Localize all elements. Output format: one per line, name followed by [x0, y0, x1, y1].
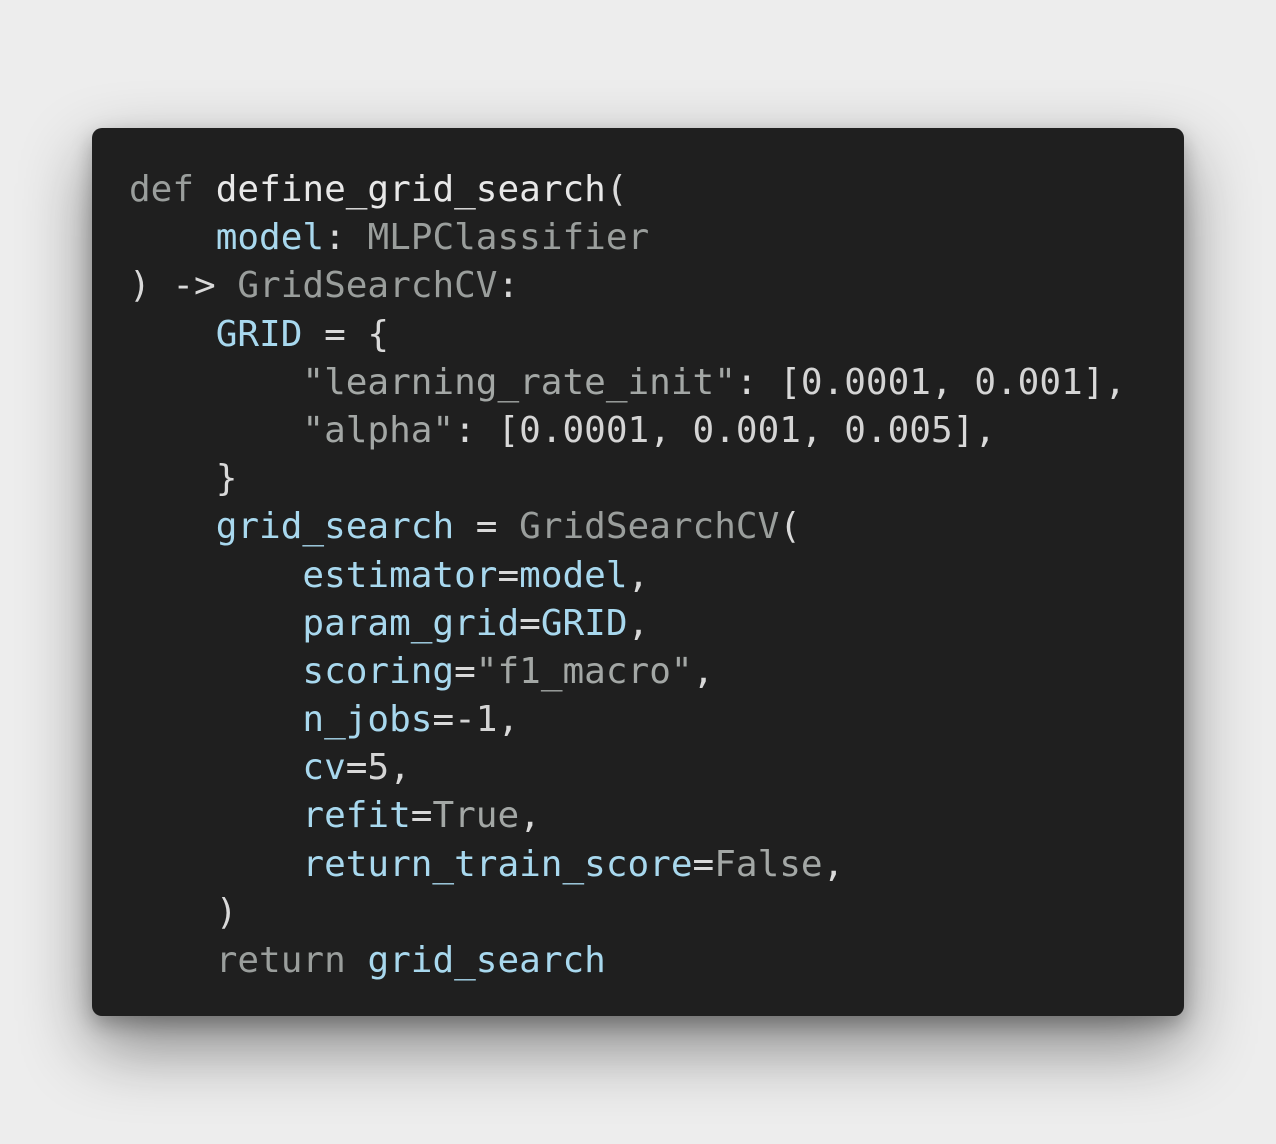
code-line: } — [129, 455, 1184, 503]
code-line: n_jobs=-1, — [129, 696, 1184, 744]
code-token-punc: } — [129, 458, 238, 500]
code-token-punc: , — [930, 361, 975, 403]
code-token-var: grid_search — [215, 506, 455, 548]
code-token-var: cv — [302, 747, 346, 789]
code-token-punc: , — [627, 554, 650, 596]
code-token-num: 5 — [367, 747, 390, 789]
code-token-punc — [129, 651, 302, 692]
code-token-punc: ) -> — [129, 265, 238, 307]
code-token-var: return_train_score — [302, 843, 693, 885]
code-token-punc: ( — [605, 169, 628, 210]
code-token-punc: , — [627, 602, 650, 644]
code-token-var: model — [215, 217, 325, 259]
code-token-num: 0.0001 — [800, 361, 931, 403]
code-token-var: n_jobs — [302, 699, 433, 741]
code-line: GRID = { — [129, 311, 1184, 359]
code-token-type: GridSearchCV — [237, 265, 498, 307]
code-token-punc — [129, 362, 302, 403]
code-line: grid_search = GridSearchCV( — [129, 503, 1184, 551]
code-token-punc: : — [324, 217, 368, 259]
code-token-punc — [129, 410, 302, 451]
code-token-punc — [129, 940, 216, 981]
code-token-kw: return — [215, 940, 346, 981]
code-token-punc: , — [649, 409, 693, 451]
code-token-punc: = — [454, 650, 476, 692]
code-token-punc: = — [454, 506, 520, 548]
code-line: "learning_rate_init": [0.0001, 0.001], — [129, 359, 1184, 407]
code-token-punc: = — [519, 602, 541, 644]
code-token-str: "f1_macro" — [475, 650, 693, 692]
code-token-punc: = — [432, 699, 455, 741]
code-token-str: "learning_rate_init" — [302, 361, 736, 403]
code-token-punc — [129, 217, 216, 258]
code-line: estimator=model, — [129, 552, 1184, 600]
code-token-num: 0.001 — [692, 409, 801, 451]
code-token-punc — [129, 747, 302, 788]
code-token-var: scoring — [302, 650, 455, 692]
code-token-punc: , — [497, 699, 520, 741]
code-token-punc — [129, 699, 302, 740]
code-snippet-card: def define_grid_search( model: MLPClassi… — [92, 128, 1184, 1016]
code-line: scoring="f1_macro", — [129, 648, 1184, 696]
code-token-punc: ) — [129, 891, 238, 933]
code-token-var: param_grid — [302, 602, 520, 644]
code-token-kw: def — [129, 169, 195, 210]
code-block: def define_grid_search( model: MLPClassi… — [129, 166, 1184, 985]
code-token-fn: define_grid_search — [215, 169, 606, 210]
code-token-str: "alpha" — [302, 409, 455, 451]
code-line: ) -> GridSearchCV: — [129, 262, 1184, 310]
code-token-var: grid_search — [367, 940, 606, 981]
code-line: refit=True, — [129, 792, 1184, 840]
code-line: def define_grid_search( — [129, 166, 1184, 214]
code-token-punc — [129, 844, 302, 885]
code-line: ) — [129, 889, 1184, 937]
code-token-punc: = { — [302, 313, 390, 355]
code-token-punc: : [ — [735, 361, 801, 403]
code-token-punc — [129, 314, 216, 355]
code-line: return grid_search — [129, 937, 1184, 985]
code-token-punc — [129, 555, 302, 596]
code-token-punc: ( — [779, 506, 801, 548]
code-token-punc — [346, 940, 368, 981]
code-token-const: False — [714, 843, 823, 885]
code-token-var: estimator — [302, 554, 498, 596]
code-token-punc: ], — [1082, 361, 1127, 403]
code-token-const: True — [432, 795, 520, 837]
code-line: return_train_score=False, — [129, 841, 1184, 889]
code-token-punc: , — [389, 747, 411, 789]
code-token-punc: = — [497, 554, 520, 596]
code-token-punc — [129, 506, 216, 547]
code-line: param_grid=GRID, — [129, 600, 1184, 648]
code-token-num: 0.005 — [844, 409, 953, 451]
code-line: "alpha": [0.0001, 0.001, 0.005], — [129, 407, 1184, 455]
code-token-punc — [194, 169, 216, 210]
code-token-punc: , — [692, 650, 715, 692]
code-token-punc: , — [822, 843, 845, 885]
code-token-var: refit — [302, 795, 411, 837]
code-token-num: 0.001 — [974, 361, 1083, 403]
code-token-punc: = — [410, 795, 433, 837]
code-token-punc: ], — [952, 409, 997, 451]
code-token-num: 0.0001 — [519, 409, 650, 451]
code-token-punc — [129, 603, 302, 644]
code-token-type: MLPClassifier — [367, 217, 650, 259]
code-token-num: -1 — [454, 699, 498, 741]
code-line: model: MLPClassifier — [129, 214, 1184, 262]
code-token-var: GRID — [215, 313, 303, 355]
code-token-var: GRID — [540, 602, 628, 644]
code-token-punc: , — [519, 795, 541, 837]
code-token-punc: = — [345, 747, 368, 789]
code-line: cv=5, — [129, 744, 1184, 792]
code-token-punc — [129, 795, 302, 836]
code-token-type: GridSearchCV — [519, 506, 780, 548]
code-token-punc: : — [497, 265, 520, 307]
code-token-punc: , — [800, 409, 845, 451]
code-token-var: model — [519, 554, 628, 596]
code-token-punc: : [ — [454, 409, 520, 451]
code-token-punc: = — [692, 843, 715, 885]
